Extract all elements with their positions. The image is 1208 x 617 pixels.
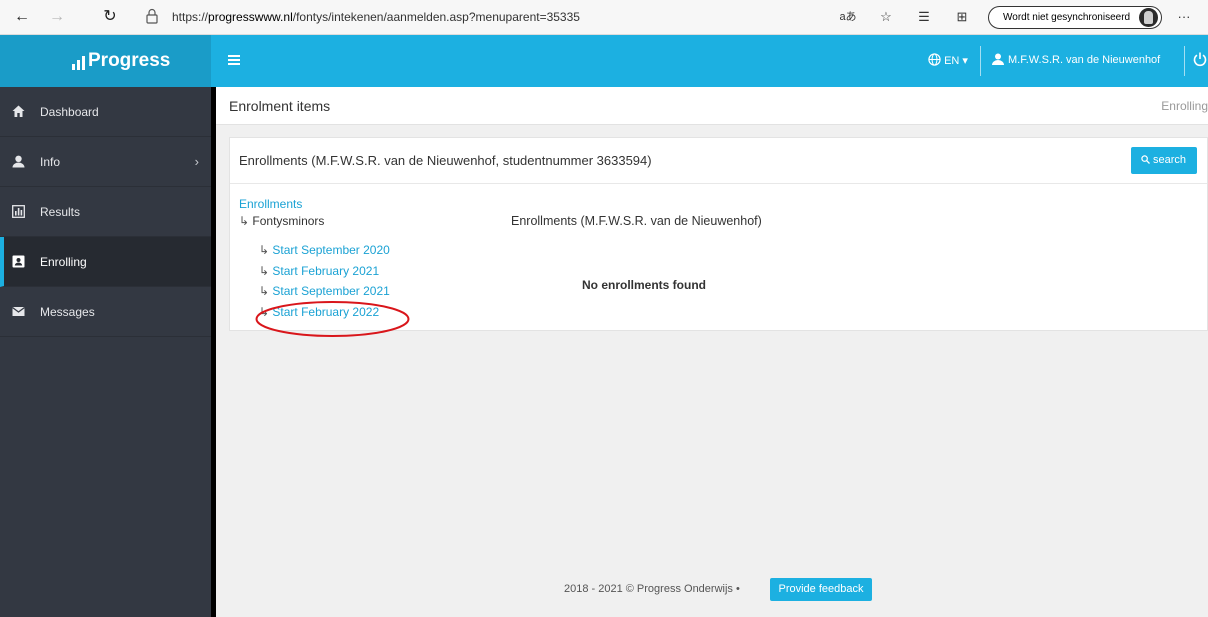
sidebar: Dashboard Info › Results Enrolling Messa… bbox=[0, 87, 211, 617]
chevron-right-icon: › bbox=[194, 154, 199, 169]
browser-toolbar: ← → ↻ https://progresswww.nl/fontys/inte… bbox=[0, 0, 1208, 35]
language-selector[interactable]: EN ▾ bbox=[928, 53, 968, 67]
sub-arrow-icon: ↳ bbox=[259, 264, 270, 278]
results-icon bbox=[12, 205, 25, 218]
card-title: Enrollments (M.F.W.S.R. van de Nieuwenho… bbox=[239, 153, 652, 168]
sub-arrow-icon: ↳ bbox=[239, 214, 250, 228]
search-icon bbox=[1141, 155, 1150, 164]
url-prefix: https:// bbox=[172, 10, 209, 24]
tree-item-link[interactable]: ↳ Start September 2021 bbox=[259, 284, 390, 298]
divider bbox=[1184, 46, 1185, 76]
badge-icon bbox=[12, 255, 25, 268]
caret-down-icon: ▾ bbox=[962, 55, 968, 67]
profile-sync-button[interactable]: Wordt niet gesynchroniseerd bbox=[988, 6, 1162, 29]
sub-arrow-icon: ↳ bbox=[259, 284, 270, 298]
card-header: Enrollments (M.F.W.S.R. van de Nieuwenho… bbox=[230, 138, 1207, 184]
empty-state-message: No enrollments found bbox=[582, 278, 706, 292]
sync-status-label: Wordt niet gesynchroniseerd bbox=[1003, 12, 1131, 23]
sidebar-item-enrolling[interactable]: Enrolling bbox=[0, 237, 211, 287]
tree-group-label: Fontysminors bbox=[252, 214, 325, 228]
copyright-text: 2018 - 2021 © Progress Onderwijs • bbox=[564, 583, 740, 595]
annotation-ellipse bbox=[255, 301, 410, 337]
favorites-icon[interactable]: ☰ bbox=[914, 7, 934, 27]
back-arrow-icon[interactable]: ← bbox=[12, 7, 32, 27]
feedback-button[interactable]: Provide feedback bbox=[770, 578, 872, 601]
sidebar-item-info[interactable]: Info › bbox=[0, 137, 211, 187]
globe-icon bbox=[928, 53, 941, 66]
sidebar-item-dashboard[interactable]: Dashboard bbox=[0, 87, 211, 137]
sidebar-item-label: Results bbox=[40, 205, 81, 219]
brand[interactable]: Progress bbox=[0, 35, 211, 87]
footer: 2018 - 2021 © Progress Onderwijs • Provi… bbox=[216, 577, 1208, 601]
add-favorite-icon[interactable]: ☆ bbox=[876, 7, 896, 27]
page-header: Enrolment items Enrolling bbox=[216, 87, 1208, 125]
tree-item-link[interactable]: ↳ Start September 2020 bbox=[259, 243, 390, 257]
breadcrumb[interactable]: Enrolling bbox=[1161, 99, 1208, 113]
tree-item-label: Start September 2020 bbox=[272, 243, 390, 257]
tree-item-link[interactable]: ↳ Start February 2021 bbox=[259, 264, 379, 278]
tree-group-fontysminors: ↳ Fontysminors bbox=[239, 214, 324, 228]
home-icon bbox=[12, 105, 25, 117]
main-content: Enrolment items Enrolling Enrollments (M… bbox=[216, 87, 1208, 617]
page-title: Enrolment items bbox=[229, 98, 331, 114]
sidebar-item-label: Enrolling bbox=[40, 255, 87, 269]
forward-arrow-icon[interactable]: → bbox=[47, 7, 67, 27]
language-label: EN bbox=[944, 55, 960, 67]
user-icon bbox=[12, 155, 25, 168]
brand-name: Progress bbox=[88, 50, 171, 71]
tree-item-label: Start February 2021 bbox=[272, 264, 380, 278]
search-button[interactable]: search bbox=[1131, 147, 1197, 174]
results-title: Enrollments (M.F.W.S.R. van de Nieuwenho… bbox=[511, 214, 762, 228]
user-icon bbox=[992, 53, 1004, 65]
sidebar-item-results[interactable]: Results bbox=[0, 187, 211, 237]
user-menu[interactable]: M.F.W.S.R. van de Nieuwenhof bbox=[992, 53, 1160, 66]
refresh-icon[interactable]: ↻ bbox=[100, 7, 120, 27]
search-button-label: search bbox=[1153, 154, 1187, 166]
user-name: M.F.W.S.R. van de Nieuwenhof bbox=[1008, 54, 1161, 66]
profile-avatar bbox=[1139, 8, 1158, 27]
sub-arrow-icon: ↳ bbox=[259, 243, 270, 257]
tree-item-label: Start September 2021 bbox=[272, 284, 390, 298]
divider bbox=[980, 46, 981, 76]
address-bar[interactable]: https://progresswww.nl/fontys/intekenen/… bbox=[172, 10, 580, 24]
logout-power-icon[interactable] bbox=[1192, 51, 1208, 67]
sidebar-item-messages[interactable]: Messages bbox=[0, 287, 211, 337]
app-header: Progress EN ▾ M.F.W.S.R. van de Nieuwenh… bbox=[0, 35, 1208, 87]
collections-icon[interactable]: ⊞ bbox=[952, 7, 972, 27]
envelope-icon bbox=[12, 307, 25, 316]
sidebar-item-label: Messages bbox=[40, 305, 95, 319]
sidebar-item-label: Info bbox=[40, 155, 61, 169]
lock-icon[interactable] bbox=[145, 8, 159, 24]
url-host: progresswww.nl bbox=[208, 10, 293, 24]
sidebar-item-label: Dashboard bbox=[40, 105, 99, 119]
url-path: /fontys/intekenen/aanmelden.asp?menupare… bbox=[292, 10, 580, 24]
read-aloud-icon[interactable]: aあ bbox=[838, 7, 858, 27]
progress-logo-icon bbox=[72, 56, 86, 70]
tree-root-link[interactable]: Enrollments bbox=[239, 197, 302, 211]
menu-toggle-icon[interactable] bbox=[228, 55, 240, 65]
more-icon[interactable]: ··· bbox=[1174, 7, 1194, 27]
